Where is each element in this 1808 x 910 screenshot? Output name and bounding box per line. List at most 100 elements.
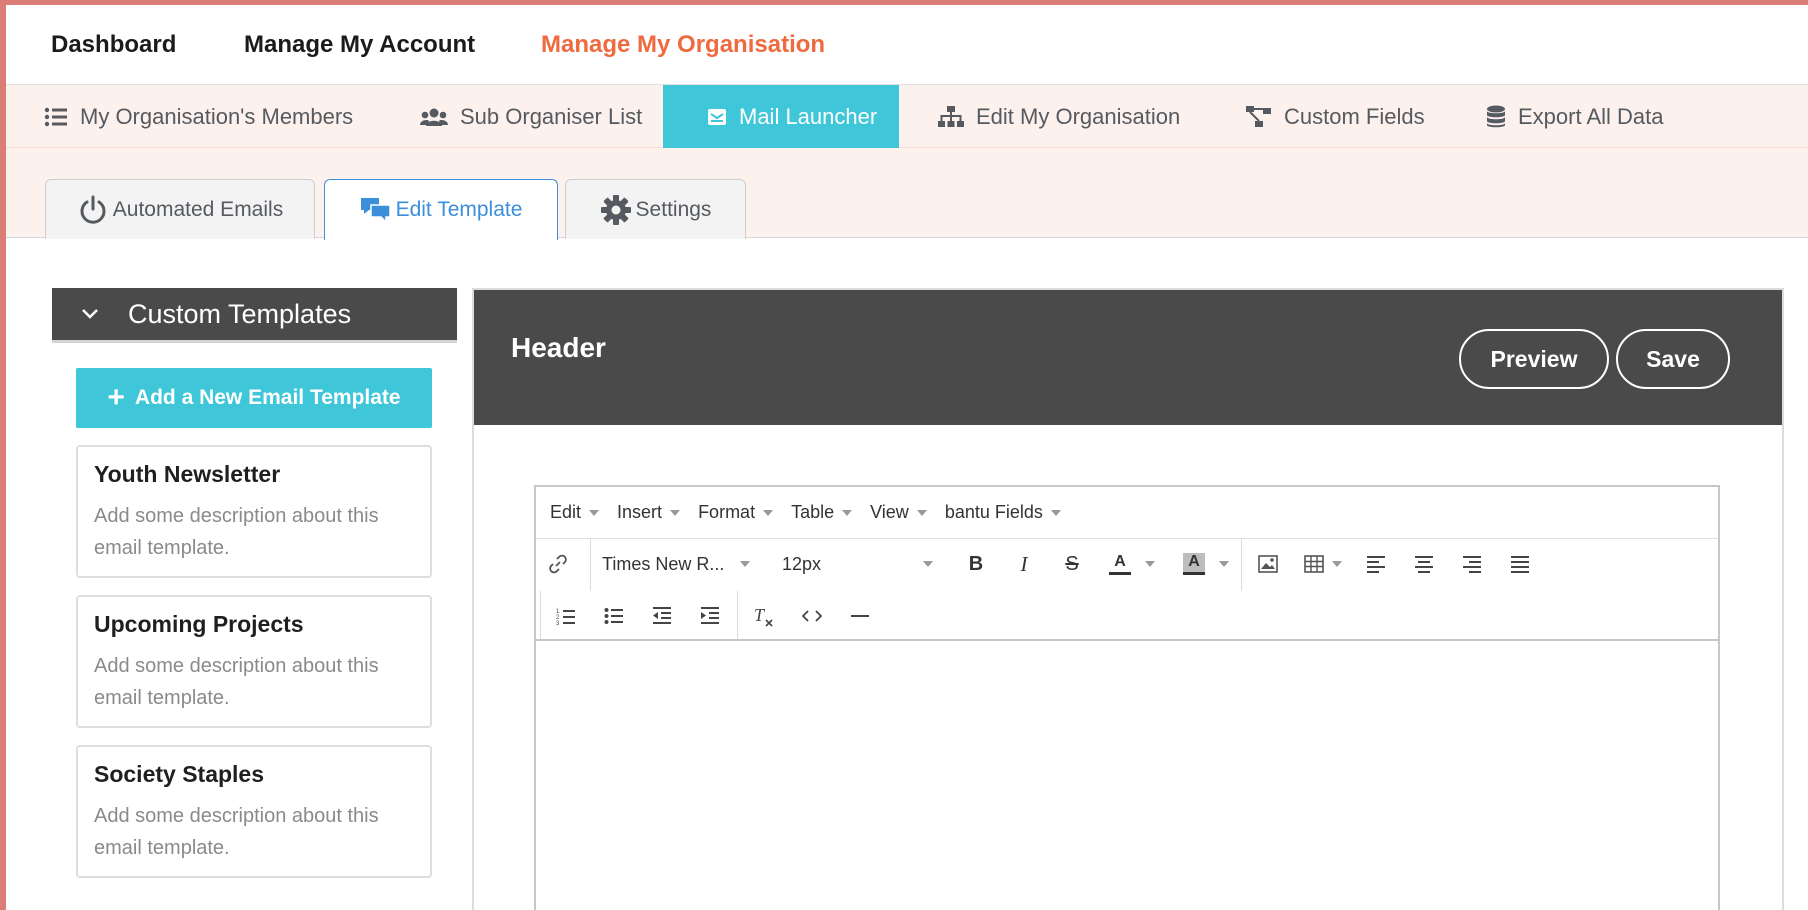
add-email-template-label: Add a New Email Template [134,386,401,409]
custom-templates-header[interactable]: Custom Templates [52,288,457,343]
menu-insert[interactable]: Insert [617,502,681,523]
menu-table[interactable]: Table [791,502,853,523]
tab-settings[interactable]: Settings [565,179,746,239]
template-title: Society Staples [94,761,265,787]
preview-button[interactable]: Preview [1459,329,1609,389]
subnav-edit-organisation-label: Edit My Organisation [976,103,1181,129]
tab-automated-emails-label: Automated Emails [112,197,284,221]
subnav-sub-organiser[interactable]: Sub Organiser List [420,85,642,148]
sub-nav: My Organisation's Members Sub Organiser … [6,85,1808,148]
font-size-value: 12px [782,553,822,574]
indent-icon [701,607,719,624]
numbered-list-button[interactable]: 1 2 3 [546,591,586,641]
menu-insert-label: Insert [617,502,663,522]
horizontal-rule-icon [851,615,869,617]
italic-button[interactable]: I [1004,539,1044,589]
menu-table-label: Table [791,502,835,522]
template-card[interactable]: Upcoming Projects Add some description a… [76,595,432,728]
menu-edit[interactable]: Edit [550,502,600,523]
custom-templates-title: Custom Templates [128,298,352,329]
template-card[interactable]: Youth Newsletter Add some description ab… [76,445,432,578]
toolbar-separator [737,591,738,639]
bold-button[interactable]: B [956,539,996,589]
background-color-button[interactable]: A [1174,539,1238,589]
horizontal-rule-button[interactable] [840,591,880,641]
outdent-icon [653,607,671,624]
sitemap-icon [938,105,964,127]
text-color-button[interactable]: A [1102,539,1162,589]
clear-formatting-icon: T [754,605,773,627]
menu-fields[interactable]: bantu Fields [945,502,1061,523]
users-icon [420,108,448,126]
caret-down-icon [1332,561,1342,567]
gear-icon [600,194,631,225]
add-email-template-button[interactable]: + Add a New Email Template [76,368,432,428]
nav-manage-organisation[interactable]: Manage My Organisation [541,5,825,85]
envelope-icon [708,108,726,125]
nav-dashboard[interactable]: Dashboard [51,5,176,85]
toolbar-separator [540,591,541,639]
menu-format[interactable]: Format [698,502,774,523]
nav-manage-account[interactable]: Manage My Account [244,5,475,85]
source-code-button[interactable] [792,591,832,641]
table-icon [1304,555,1324,573]
numbered-list-icon: 1 2 3 [556,609,575,626]
svg-text:T: T [754,605,766,625]
subnav-export[interactable]: Export All Data [1486,85,1664,148]
template-description: Add some description about this email te… [94,655,379,709]
template-description: Add some description about this email te… [94,505,379,559]
align-left-button[interactable] [1356,539,1396,589]
strikethrough-button[interactable]: S [1052,539,1092,589]
svg-text:3: 3 [556,621,560,626]
menu-format-label: Format [698,502,756,522]
editor-panel: Header Preview Save Edit Insert Format T… [472,288,1784,910]
tab-row: Automated Emails Edit Template Settings [6,148,1808,240]
bullet-list-button[interactable] [594,591,634,641]
text-color-icon: A [1109,553,1131,575]
subnav-members[interactable]: My Organisation's Members [44,85,353,148]
align-center-button[interactable] [1404,539,1444,589]
template-title: Youth Newsletter [94,461,281,487]
caret-down-icon [763,509,774,516]
align-justify-button[interactable] [1500,539,1540,589]
comments-icon [360,198,391,224]
chevron-down-icon [82,309,98,319]
subnav-mail-launcher[interactable]: Mail Launcher [663,85,899,148]
font-family-select[interactable]: Times New R... [602,539,762,589]
subnav-custom-fields[interactable]: Custom Fields [1246,85,1425,148]
editor-content-area[interactable] [536,643,1718,910]
template-description: Add some description about this email te… [94,805,379,859]
caret-down-icon [1050,509,1061,516]
outdent-button[interactable] [642,591,682,641]
link-button[interactable] [542,539,574,589]
template-card[interactable]: Society Staples Add some description abo… [76,745,432,878]
subnav-sub-organiser-label: Sub Organiser List [460,103,643,129]
tab-edit-template-label: Edit Template [395,198,523,221]
font-size-select[interactable]: 12px [782,539,942,589]
tab-automated-emails[interactable]: Automated Emails [45,179,315,239]
caret-down-icon [740,561,751,567]
caret-down-icon [670,509,681,516]
subnav-edit-organisation[interactable]: Edit My Organisation [938,85,1180,148]
caret-down-icon [842,509,853,516]
align-right-icon [1463,556,1481,573]
image-icon [1258,555,1278,573]
subnav-custom-fields-label: Custom Fields [1284,103,1425,129]
caret-down-icon [589,509,600,516]
clear-formatting-button[interactable]: T [744,591,784,641]
indent-button[interactable] [690,591,730,641]
code-icon [802,610,822,622]
bullet-list-icon [604,608,623,624]
table-button[interactable] [1298,539,1348,589]
align-justify-icon [1511,556,1529,573]
align-right-button[interactable] [1452,539,1492,589]
tab-edit-template[interactable]: Edit Template [324,179,558,240]
subnav-export-label: Export All Data [1518,103,1664,129]
menu-fields-label: bantu Fields [944,502,1043,522]
background-color-icon: A [1183,553,1205,575]
insert-image-button[interactable] [1248,539,1288,589]
subnav-mail-launcher-label: Mail Launcher [739,103,878,129]
menu-view[interactable]: View [870,502,927,523]
save-button[interactable]: Save [1616,329,1730,389]
list-icon [44,107,67,126]
